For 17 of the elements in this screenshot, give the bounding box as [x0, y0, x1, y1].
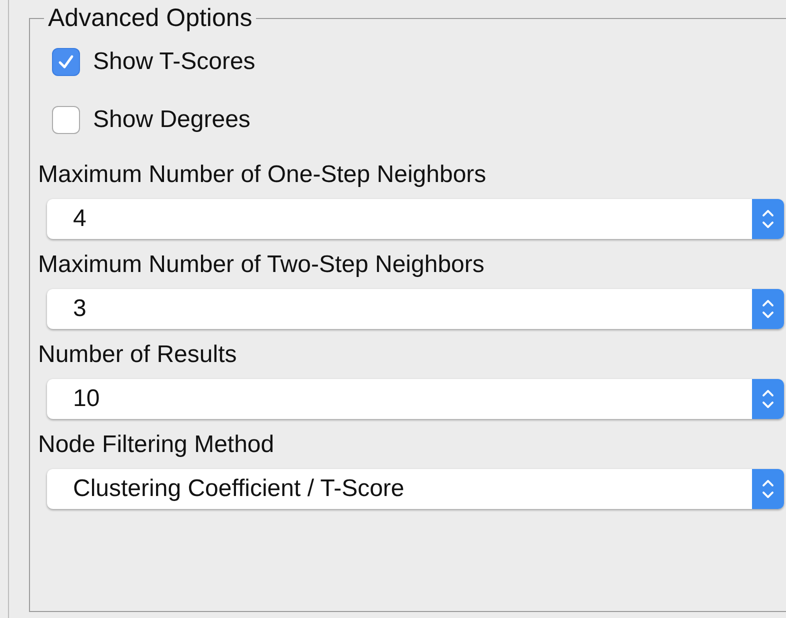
checkbox-label: Show T-Scores: [93, 48, 256, 76]
stepper-icon: [752, 289, 784, 329]
panel-title: Advanced Options: [47, 4, 254, 33]
dropdown[interactable]: 3: [47, 289, 784, 329]
stepper-icon: [752, 199, 784, 239]
field-label: Maximum Number of Two-Step Neighbors: [38, 250, 486, 280]
dropdown[interactable]: 4: [47, 199, 784, 239]
field-label: Node Filtering Method: [38, 430, 276, 460]
stepper-icon: [752, 469, 784, 509]
field-label: Maximum Number of One-Step Neighbors: [38, 160, 488, 190]
checkbox-label: Show Degrees: [93, 106, 250, 134]
field-label: Number of Results: [38, 340, 238, 370]
dropdown[interactable]: Clustering Coefficient / T-Score: [47, 469, 784, 509]
checkbox[interactable]: [52, 48, 80, 76]
checkbox[interactable]: [52, 106, 80, 134]
stepper-icon: [752, 379, 784, 419]
dropdown[interactable]: 10: [47, 379, 784, 419]
